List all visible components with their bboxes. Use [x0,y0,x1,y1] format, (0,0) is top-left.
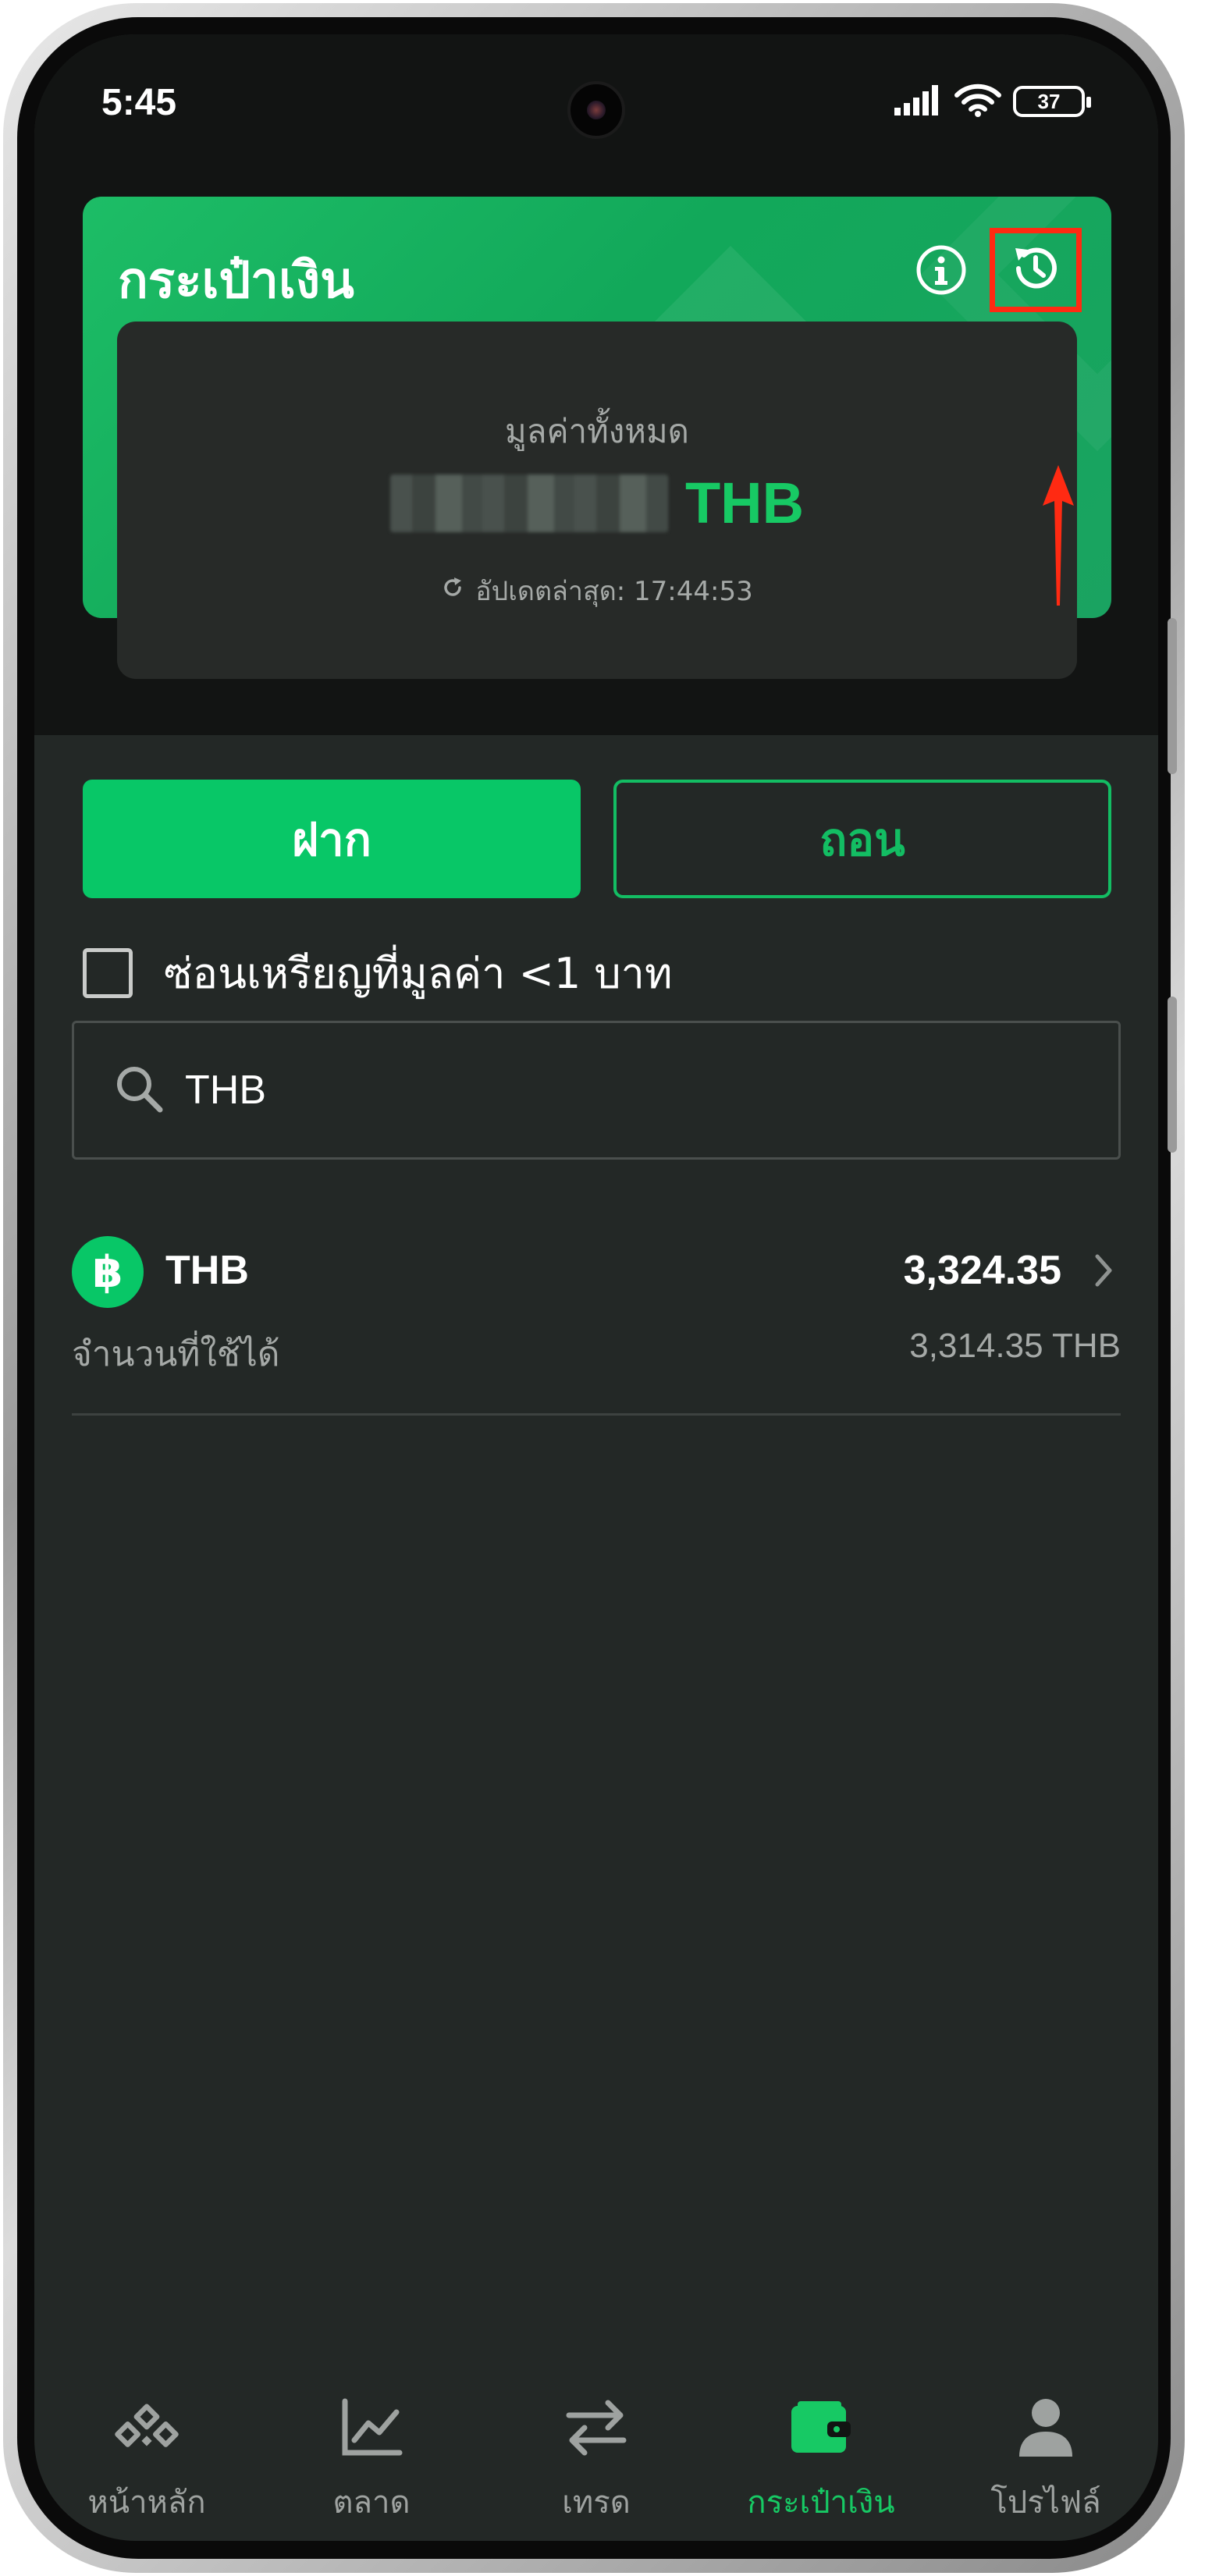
power-button [1168,997,1177,1153]
nav-label: โปรไฟล์ [990,2485,1101,2521]
balance-row: THB [117,470,1077,536]
app-screen: 5:45 37 กระเป๋าเงิน มูลค่าทั้งหมด THB อั… [34,34,1158,2541]
search-input[interactable]: THB [72,1021,1121,1160]
nav-label: เทรด [562,2485,631,2521]
withdraw-button[interactable]: ถอน [613,780,1111,898]
chevron-right-icon [1093,1252,1114,1292]
search-value: THB [185,1068,266,1113]
info-button[interactable] [913,243,969,300]
annotation-arrow-icon [1043,465,1074,610]
page-title: กระเป๋าเงิน [118,252,354,310]
last-update[interactable]: อัปเดตล่าสุด: 17:44:53 [117,570,1077,612]
bottom-nav: หน้าหลัก ตลาด เทรด กระเป๋าเงิน โปรไฟล์ [34,2360,1158,2541]
nav-label: กระเป๋าเงิน [747,2485,895,2521]
status-time: 5:45 [101,82,177,123]
status-bar: 5:45 37 [34,34,1158,148]
history-icon [1008,240,1064,300]
profile-icon [1011,2393,1081,2463]
wifi-icon [954,83,1002,120]
nav-item-trade[interactable]: เทรด [484,2360,709,2541]
nav-item-wallet[interactable]: กระเป๋าเงิน [709,2360,933,2541]
hidden-balance-amount [389,474,668,532]
balance-label: มูลค่าทั้งหมด [505,412,689,450]
balance-card: มูลค่าทั้งหมด THB อัปเดตล่าสุด: 17:44:53 [117,322,1077,679]
available-value: 3,314.35 THB [909,1327,1121,1365]
available-label: จำนวนที่ใช้ได้ [72,1334,280,1374]
asset-row[interactable]: ฿ THB 3,324.35 จำนวนที่ใช้ได้ 3,314.35 T… [72,1220,1121,1416]
hide-small-balances[interactable]: ซ่อนเหรียญที่มูลค่า <1 บาท [83,940,673,1007]
nav-item-home[interactable]: หน้าหลัก [34,2360,259,2541]
hide-small-label: ซ่อนเหรียญที่มูลค่า <1 บาท [164,949,673,998]
status-icons: 37 [894,83,1091,120]
front-camera [567,81,625,139]
home-icon [112,2393,182,2463]
trade-swap-icon [561,2393,631,2463]
nav-label: ตลาด [332,2485,411,2521]
hide-small-checkbox[interactable] [83,948,133,998]
deposit-button[interactable]: ฝาก [83,780,581,898]
signal-icon [894,84,943,119]
nav-label: หน้าหลัก [87,2485,206,2521]
market-chart-icon [336,2393,407,2463]
baht-icon: ฿ [72,1236,144,1308]
nav-item-profile[interactable]: โปรไฟล์ [933,2360,1158,2541]
refresh-icon [441,575,464,606]
asset-total: 3,324.35 [903,1248,1061,1293]
last-update-label: อัปเดตล่าสุด: 17:44:53 [475,576,753,607]
search-icon [113,1063,165,1117]
wallet-icon [786,2393,856,2463]
wallet-header: กระเป๋าเงิน มูลค่าทั้งหมด THB อัปเดตล่าส… [34,148,1158,735]
history-button[interactable] [990,228,1082,312]
volume-button [1168,618,1177,774]
battery-icon: 37 [1013,86,1091,117]
info-icon [915,243,968,300]
nav-item-market[interactable]: ตลาด [259,2360,484,2541]
balance-currency: THB [684,471,805,535]
asset-symbol: THB [165,1248,249,1293]
